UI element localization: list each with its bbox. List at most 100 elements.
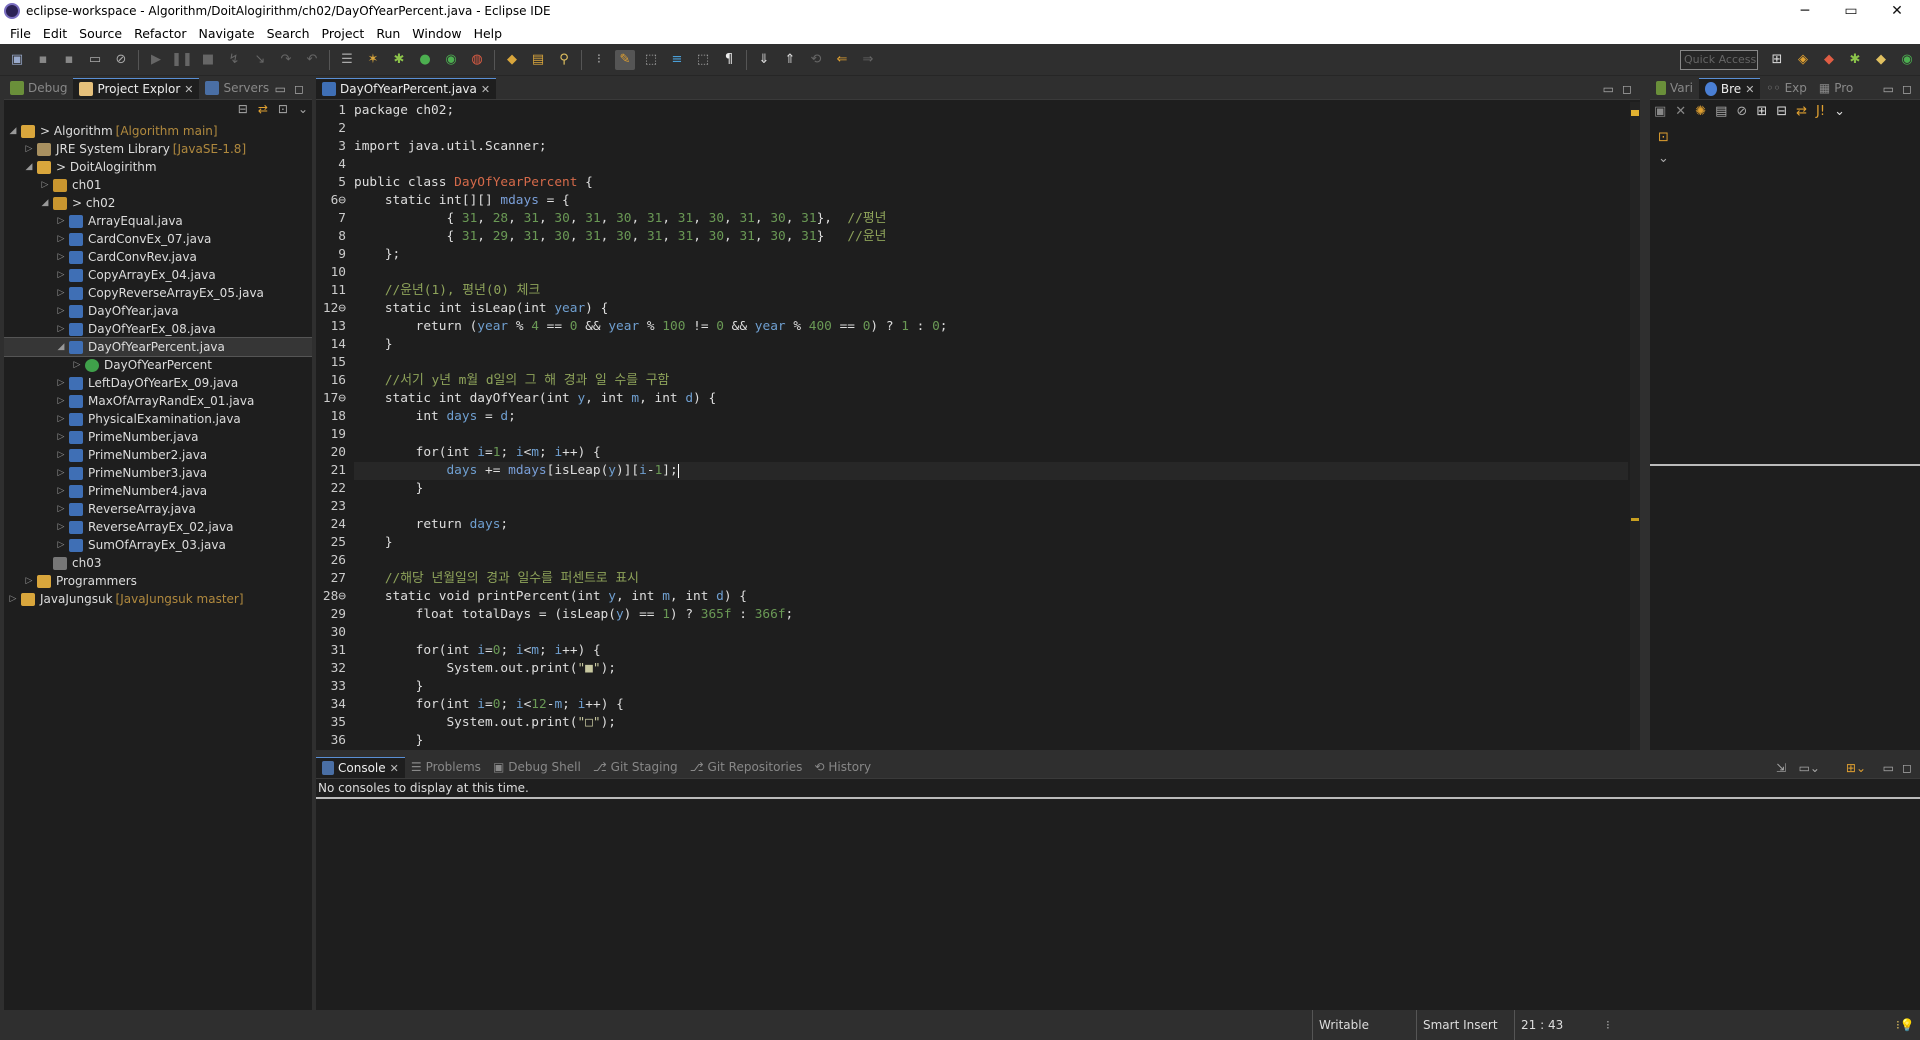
tree-item[interactable]: ▷ PrimeNumber4.java	[4, 482, 312, 500]
watchpoint-icon[interactable]: ⊡	[1658, 130, 1669, 145]
print-icon[interactable]: ▭	[85, 50, 105, 70]
minimize-button[interactable]: ─	[1782, 0, 1828, 22]
overview-ruler[interactable]	[1630, 102, 1640, 750]
tree-item[interactable]: ▷ CardConvEx_07.java	[4, 230, 312, 248]
tree-item[interactable]: ◢ > Algorithm [Algorithm main]	[4, 122, 312, 140]
line-number[interactable]: 5	[316, 174, 350, 192]
code-line[interactable]: System.out.print("■");	[354, 660, 1628, 678]
pin-console-icon[interactable]: ⇲	[1776, 761, 1786, 775]
line-number[interactable]: 18	[316, 408, 350, 426]
line-number[interactable]: 4	[316, 156, 350, 174]
line-number[interactable]: 23	[316, 498, 350, 516]
last-edit-icon[interactable]: ⟲	[806, 50, 826, 70]
code-line[interactable]: float totalDays = (isLeap(y) == 1) ? 365…	[354, 606, 1628, 624]
menu-run[interactable]: Run	[370, 26, 406, 41]
tab-console[interactable]: Console ✕	[316, 757, 405, 778]
tree-item[interactable]: ▷ JavaJungsuk [JavaJungsuk master]	[4, 590, 312, 608]
tab-debug[interactable]: Debug	[4, 78, 73, 99]
new-icon[interactable]: ▣	[7, 50, 27, 70]
line-number[interactable]: 11	[316, 282, 350, 300]
close-tab-icon[interactable]: ✕	[481, 83, 490, 96]
menu-project[interactable]: Project	[316, 26, 371, 41]
tree-item[interactable]: ▷ SumOfArrayEx_03.java	[4, 536, 312, 554]
code-line[interactable]: import java.util.Scanner;	[354, 138, 1628, 156]
line-number[interactable]: 14	[316, 336, 350, 354]
line-number[interactable]: 24	[316, 516, 350, 534]
minimize-view-icon[interactable]: ▭	[1603, 82, 1614, 96]
tree-item[interactable]: ▷ CopyArrayEx_04.java	[4, 266, 312, 284]
tree-item[interactable]: ▷ DayOfYearPercent	[4, 356, 312, 374]
view-menu-icon[interactable]: ⌄	[1834, 104, 1845, 119]
word-wrap-icon[interactable]: ≡	[667, 50, 687, 70]
remove-breakpoint-icon[interactable]: ▣	[1654, 104, 1666, 119]
skip-breakpoints-icon[interactable]: ⊘	[111, 50, 131, 70]
line-number[interactable]: 10	[316, 264, 350, 282]
line-number[interactable]: 29	[316, 606, 350, 624]
menu-navigate[interactable]: Navigate	[193, 26, 261, 41]
expand-all-icon[interactable]: ⊞	[1756, 104, 1767, 119]
perspective-java-ee-icon[interactable]: ◈	[1793, 50, 1813, 70]
expand-toggle-icon[interactable]: ▷	[54, 324, 68, 334]
tree-item[interactable]: ▷ PhysicalExamination.java	[4, 410, 312, 428]
step-over-icon[interactable]: ↷	[276, 50, 296, 70]
tree-item[interactable]: ▷ MaxOfArrayRandEx_01.java	[4, 392, 312, 410]
maximize-view-icon[interactable]: ◻	[1902, 82, 1912, 96]
expand-toggle-icon[interactable]: ▷	[54, 306, 68, 316]
expand-toggle-icon[interactable]: ▷	[54, 216, 68, 226]
minimize-view-icon[interactable]: ▭	[1883, 761, 1894, 775]
code-line[interactable]	[354, 264, 1628, 282]
code-line[interactable]: package ch02;	[354, 102, 1628, 120]
line-number[interactable]: 15	[316, 354, 350, 372]
line-number[interactable]: 28⊖	[316, 588, 350, 606]
expand-toggle-icon[interactable]: ▷	[54, 414, 68, 424]
view-menu-icon[interactable]: ⌄	[298, 102, 308, 116]
expand-toggle-icon[interactable]: ◢	[22, 162, 36, 172]
tree-item[interactable]: ▷ LeftDayOfYearEx_09.java	[4, 374, 312, 392]
back-icon[interactable]: ⇐	[832, 50, 852, 70]
tree-item[interactable]: ▷ DayOfYear.java	[4, 302, 312, 320]
expand-toggle-icon[interactable]: ▷	[22, 576, 36, 586]
tip-lightbulb-icon[interactable]: ⁝💡	[1890, 1010, 1915, 1040]
expand-toggle-icon[interactable]: ▷	[54, 396, 68, 406]
line-number[interactable]: 2	[316, 120, 350, 138]
tab-breakpoints[interactable]: Bre ✕	[1698, 78, 1761, 99]
line-number[interactable]: 7	[316, 210, 350, 228]
code-line[interactable]	[354, 552, 1628, 570]
line-number[interactable]: 9	[316, 246, 350, 264]
external-tools-icon[interactable]: ◍	[467, 50, 487, 70]
expand-toggle-icon[interactable]: ▷	[54, 288, 68, 298]
perspective-debug-icon[interactable]: ✱	[1845, 50, 1865, 70]
code-line[interactable]: static int[][] mdays = {	[354, 192, 1628, 210]
code-line[interactable]: for(int i=1; i<m; i++) {	[354, 444, 1628, 462]
code-line[interactable]	[354, 354, 1628, 372]
maximize-button[interactable]: ▭	[1828, 0, 1874, 22]
menu-window[interactable]: Window	[406, 26, 467, 41]
open-type-icon[interactable]: ◆	[502, 50, 522, 70]
menu-search[interactable]: Search	[261, 26, 316, 41]
line-number[interactable]: 21	[316, 462, 350, 480]
expand-toggle-icon[interactable]: ▷	[54, 522, 68, 532]
code-area[interactable]: package ch02; import java.util.Scanner; pu…	[354, 102, 1628, 750]
skip-all-icon[interactable]: ⊘	[1736, 104, 1747, 119]
code-line[interactable]: static int dayOfYear(int y, int m, int d…	[354, 390, 1628, 408]
tab-editor-file[interactable]: DayOfYearPercent.java ✕	[316, 78, 497, 99]
tab-servers[interactable]: Servers	[199, 78, 275, 99]
tab-properties[interactable]: ▦ Pro	[1813, 78, 1859, 99]
save-all-icon[interactable]: ▪	[59, 50, 79, 70]
perspective-java-icon[interactable]: ◆	[1871, 50, 1891, 70]
line-number[interactable]: 30	[316, 624, 350, 642]
expand-toggle-icon[interactable]: ▷	[54, 432, 68, 442]
line-number[interactable]: 25	[316, 534, 350, 552]
highlight-icon[interactable]: ✎	[615, 49, 635, 70]
code-line[interactable]: { 31, 29, 31, 30, 31, 30, 31, 31, 30, 31…	[354, 228, 1628, 246]
expand-toggle-icon[interactable]: ▷	[54, 270, 68, 280]
occurrence-marker[interactable]	[1631, 518, 1639, 521]
annotation-next-icon[interactable]: ⇓	[754, 50, 774, 70]
tree-item[interactable]: ▷ Programmers	[4, 572, 312, 590]
expand-toggle-icon[interactable]: ▷	[54, 468, 68, 478]
code-line[interactable]: };	[354, 246, 1628, 264]
tree-item[interactable]: ▷ ArrayEqual.java	[4, 212, 312, 230]
expand-toggle-icon[interactable]: ▷	[22, 144, 36, 154]
collapse-all-icon[interactable]: ⊟	[1776, 104, 1787, 119]
expand-toggle-icon[interactable]: ▷	[54, 504, 68, 514]
